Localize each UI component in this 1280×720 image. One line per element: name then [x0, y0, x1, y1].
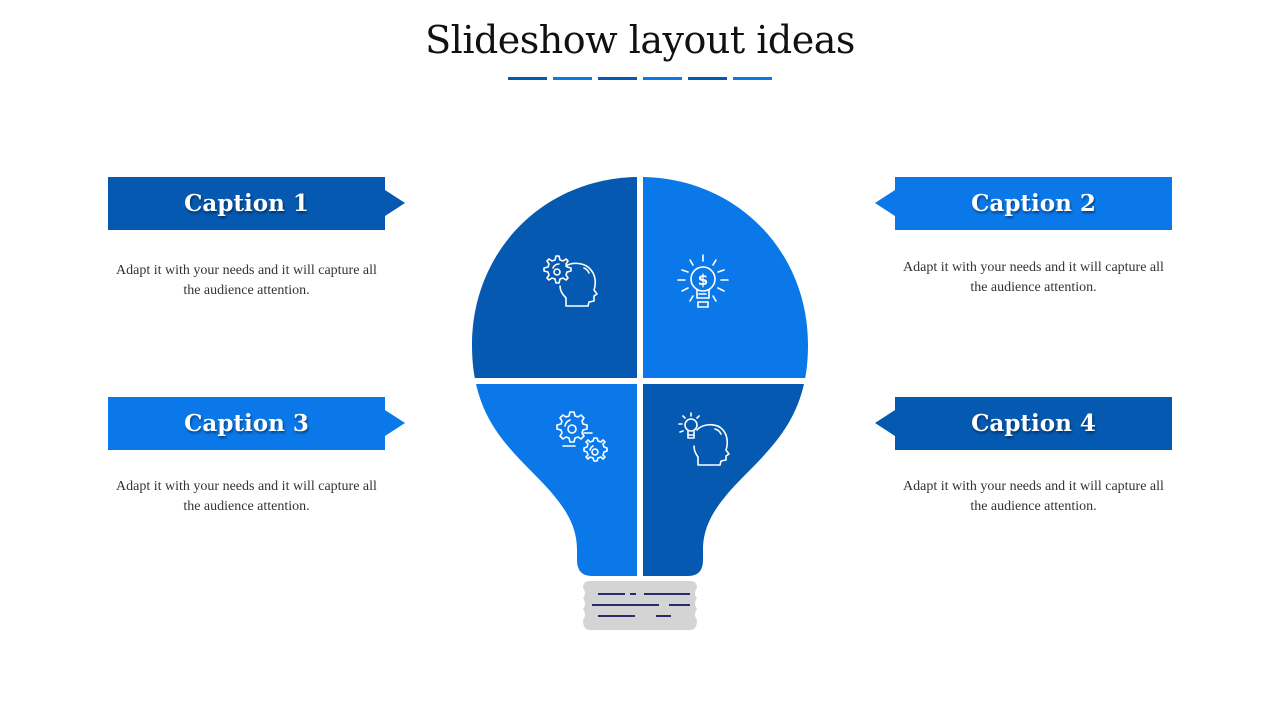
bulb-quadrant-3: [472, 384, 637, 576]
bulb-quadrant-4: [643, 384, 808, 576]
lightbulb-diagram: $: [472, 177, 808, 630]
bulb-quadrant-2: [643, 177, 808, 378]
svg-text:$: $: [698, 271, 708, 289]
bulb-base: [583, 581, 697, 630]
